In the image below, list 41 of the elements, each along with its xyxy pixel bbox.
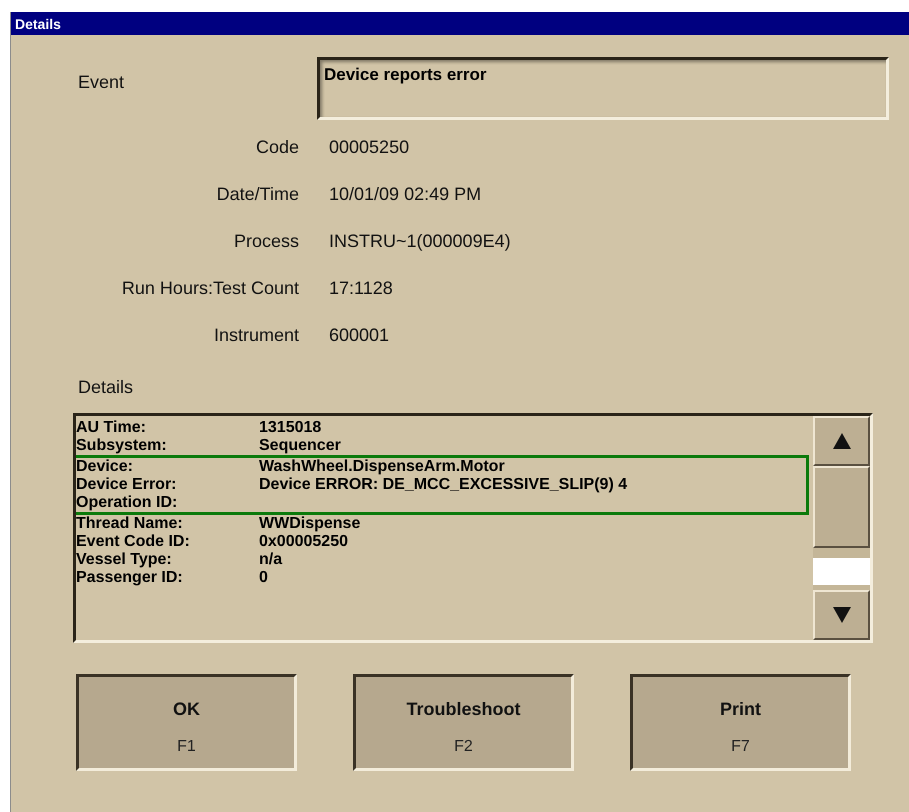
scroll-track[interactable] — [813, 558, 870, 585]
field-value: 17:1128 — [329, 277, 394, 300]
down-arrow-icon — [832, 606, 852, 624]
detail-value: WashWheel.DispenseArm.Motor — [259, 458, 506, 476]
detail-label: AU Time: — [76, 419, 147, 437]
detail-value: 0x00005250 — [259, 533, 349, 551]
detail-label: Event Code ID: — [76, 533, 191, 551]
detail-label: Device: — [76, 458, 134, 476]
detail-value: Device ERROR: DE_MCC_EXCESSIVE_SLIP(9) 4 — [259, 476, 628, 494]
up-arrow-icon — [832, 432, 852, 450]
function-key-button[interactable]: Print F7 — [630, 674, 851, 771]
details-label: Details — [78, 377, 134, 398]
detail-label: Device Error: — [76, 476, 178, 494]
window-title: Details — [11, 12, 909, 35]
function-key-button[interactable]: OK F1 — [76, 674, 297, 771]
field-value: 00005250 — [329, 136, 410, 159]
detail-value: Sequencer — [259, 437, 342, 455]
scroll-down-button[interactable] — [813, 590, 870, 640]
detail-label: Operation ID: — [76, 494, 178, 512]
detail-value: 0 — [259, 569, 269, 587]
field-value: 10/01/09 02:49 PM — [329, 183, 482, 206]
field-label: Process — [232, 230, 299, 253]
detail-value: 1315018 — [259, 419, 322, 437]
scrollbar[interactable] — [813, 416, 870, 640]
field-label: Run Hours:Test Count — [120, 277, 299, 300]
detail-value: WWDispense — [259, 515, 362, 533]
detail-label: Passenger ID: — [76, 569, 184, 587]
function-key-button[interactable]: Troubleshoot F2 — [353, 674, 574, 771]
field-value: 600001 — [329, 324, 390, 347]
detail-label: Subsystem: — [76, 437, 168, 455]
detail-label: Vessel Type: — [76, 551, 173, 569]
scroll-up-button[interactable] — [813, 416, 870, 466]
field-value: INSTRU~1(000009E4) — [329, 230, 512, 253]
scroll-thumb[interactable] — [813, 466, 870, 548]
field-label: Code — [254, 136, 299, 159]
event-label: Event — [78, 72, 126, 94]
detail-value: n/a — [259, 551, 284, 569]
detail-label: Thread Name: — [76, 515, 184, 533]
event-field: Device reports error — [317, 57, 889, 120]
field-label: Date/Time — [216, 183, 299, 206]
field-label: Instrument — [212, 324, 299, 347]
